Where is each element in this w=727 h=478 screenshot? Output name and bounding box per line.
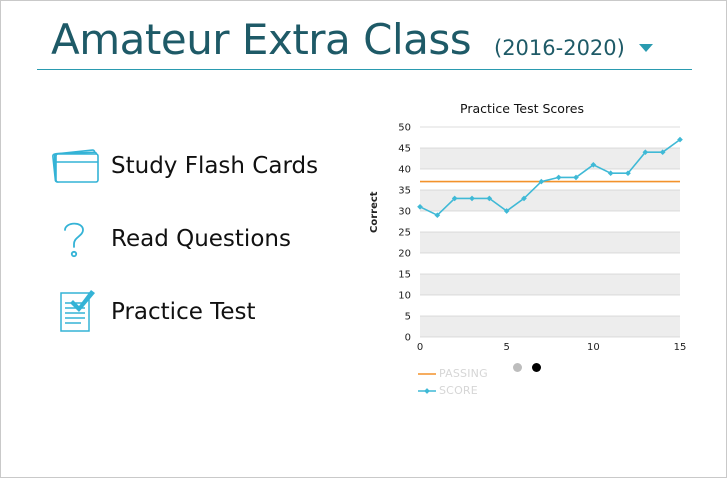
practice-scores-chart: Practice Test Scores Correct 0 5 10 15 20 25 3…: [361, 97, 701, 407]
chart-title: Practice Test Scores: [460, 101, 585, 116]
y-tick-label: 5: [405, 312, 411, 323]
grid-band: [420, 295, 680, 316]
y-tick-label: 25: [398, 228, 411, 239]
menu-item-label: Study Flash Cards: [111, 152, 319, 179]
test-checklist-icon: [51, 287, 111, 337]
flash-cards-icon: [51, 141, 111, 191]
y-tick-label: 35: [398, 186, 411, 197]
grid-band: [420, 253, 680, 274]
chart-legend: PASSING SCORE: [417, 365, 488, 399]
practice-test-button[interactable]: Practice Test: [51, 275, 351, 348]
chart-pager: [513, 363, 541, 372]
y-tick-label: 20: [398, 249, 411, 260]
y-tick-label: 40: [398, 165, 411, 176]
exam-period: (2016-2020): [494, 36, 625, 60]
x-tick-label: 5: [503, 342, 509, 353]
y-tick-label: 15: [398, 270, 411, 281]
y-tick-label: 10: [398, 291, 411, 302]
grid-band: [420, 232, 680, 253]
study-flash-cards-button[interactable]: Study Flash Cards: [51, 129, 351, 202]
grid-band: [420, 211, 680, 232]
pager-dot[interactable]: [513, 363, 522, 372]
y-axis-label: Correct: [369, 191, 380, 233]
legend-label: SCORE: [439, 384, 478, 397]
legend-swatch: [417, 369, 437, 379]
legend-item-passing: PASSING: [417, 365, 488, 382]
legend-swatch: [417, 386, 437, 396]
grid-band: [420, 127, 680, 148]
y-tick-label: 50: [398, 123, 411, 134]
y-tick-label: 45: [398, 144, 411, 155]
legend-item-score: SCORE: [417, 382, 488, 399]
menu-item-label: Practice Test: [111, 298, 256, 325]
grid-band: [420, 190, 680, 211]
legend-label: PASSING: [439, 367, 488, 380]
pager-dot-active[interactable]: [532, 363, 541, 372]
page-title: Amateur Extra Class: [51, 15, 472, 64]
grid-band: [420, 274, 680, 295]
grid-band: [420, 316, 680, 337]
menu-item-label: Read Questions: [111, 225, 291, 252]
y-tick-label: 0: [405, 333, 411, 344]
read-questions-button[interactable]: Read Questions: [51, 202, 351, 275]
x-tick-label: 0: [417, 342, 423, 353]
question-mark-icon: [51, 214, 111, 264]
app-frame: Amateur Extra Class (2016-2020) Study Fl…: [0, 0, 727, 478]
study-menu: Study Flash Cards Read Questions Practic…: [51, 129, 351, 348]
x-tick-label: 10: [587, 342, 600, 353]
chart-plot: 0 5 10 15 20 25 30 35 40 45 50 0 5 10 15: [398, 123, 687, 354]
x-tick-label: 15: [674, 342, 687, 353]
caret-down-icon[interactable]: [637, 41, 655, 55]
y-tick-label: 30: [398, 207, 411, 218]
header: Amateur Extra Class (2016-2020): [37, 9, 692, 70]
